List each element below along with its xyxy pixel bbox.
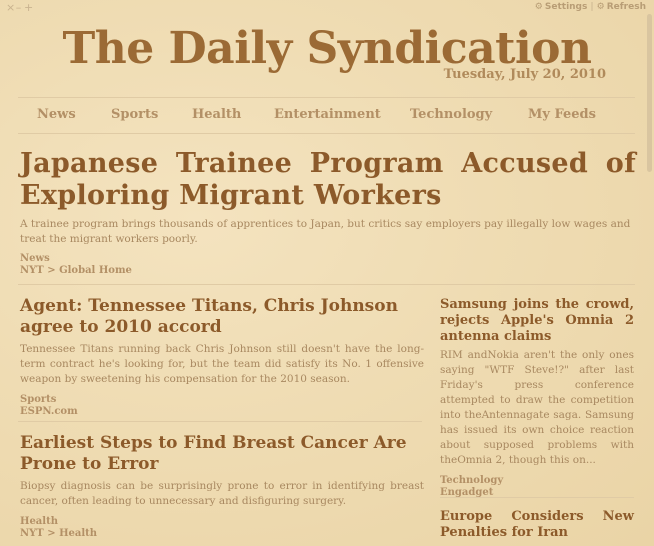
nav-item-health[interactable]: Health: [192, 107, 241, 122]
article-samsung: Samsung joins the crowd, rejects Apple's…: [440, 297, 634, 499]
topbar-divider: |: [590, 2, 594, 12]
article-summary: Tennessee Titans running back Chris John…: [20, 343, 424, 385]
article-summary: Biopsy diagnosis can be surprisingly pro…: [20, 480, 424, 507]
lead-article: Japanese Trainee Program Accused of Expl…: [20, 148, 636, 277]
right-divider: [440, 497, 634, 498]
lead-source[interactable]: NYT > Global Home: [20, 265, 636, 277]
minimize-window-button[interactable]: –: [15, 1, 24, 14]
left-divider: [18, 421, 422, 422]
article-summary: RIM andNokia aren't the only ones saying…: [440, 349, 634, 466]
lead-summary: A trainee program brings thousands of ap…: [20, 218, 631, 245]
article-category: Health: [20, 516, 58, 527]
topbar: ⚙ Settings | ⚙ Refresh: [535, 2, 646, 12]
refresh-link[interactable]: ⚙ Refresh: [597, 2, 646, 12]
settings-link[interactable]: ⚙ Settings: [535, 2, 588, 12]
article-category: Technology: [440, 475, 504, 486]
article-titans: Agent: Tennessee Titans, Chris Johnson a…: [20, 296, 424, 418]
article-breast-cancer: Earliest Steps to Find Breast Cancer Are…: [20, 433, 424, 540]
nav-item-entertainment[interactable]: Entertainment: [274, 107, 381, 122]
lead-divider: [18, 284, 635, 285]
article-headline[interactable]: Europe Considers New Penalties for Iran: [440, 509, 634, 541]
close-window-button[interactable]: ×: [6, 1, 15, 14]
refresh-icon: ⚙: [596, 2, 605, 12]
nav-item-technology[interactable]: Technology: [410, 107, 492, 122]
article-headline[interactable]: Earliest Steps to Find Breast Cancer Are…: [20, 433, 424, 475]
settings-label: Settings: [544, 2, 588, 12]
nav-item-news[interactable]: News: [37, 107, 76, 122]
scrollbar[interactable]: [647, 14, 652, 172]
gear-icon: ⚙: [534, 2, 543, 12]
article-source[interactable]: NYT > Health: [20, 528, 424, 540]
nav-item-my-feeds[interactable]: My Feeds: [528, 107, 596, 122]
refresh-label: Refresh: [606, 2, 646, 12]
article-europe-iran: Europe Considers New Penalties for Iran: [440, 509, 634, 541]
nav-item-sports[interactable]: Sports: [111, 107, 158, 122]
lead-category: News: [20, 253, 50, 264]
nav-bottom-rule: [18, 133, 635, 134]
window-controls: ×–+: [6, 1, 33, 14]
nav-bar: News Sports Health Entertainment Technol…: [18, 97, 635, 133]
dateline: Tuesday, July 20, 2010: [443, 67, 606, 82]
lead-headline[interactable]: Japanese Trainee Program Accused of Expl…: [20, 148, 636, 212]
article-source[interactable]: ESPN.com: [20, 406, 424, 418]
maximize-window-button[interactable]: +: [24, 1, 33, 14]
article-category: Sports: [20, 394, 57, 405]
article-headline[interactable]: Samsung joins the crowd, rejects Apple's…: [440, 297, 634, 345]
article-headline[interactable]: Agent: Tennessee Titans, Chris Johnson a…: [20, 296, 424, 338]
